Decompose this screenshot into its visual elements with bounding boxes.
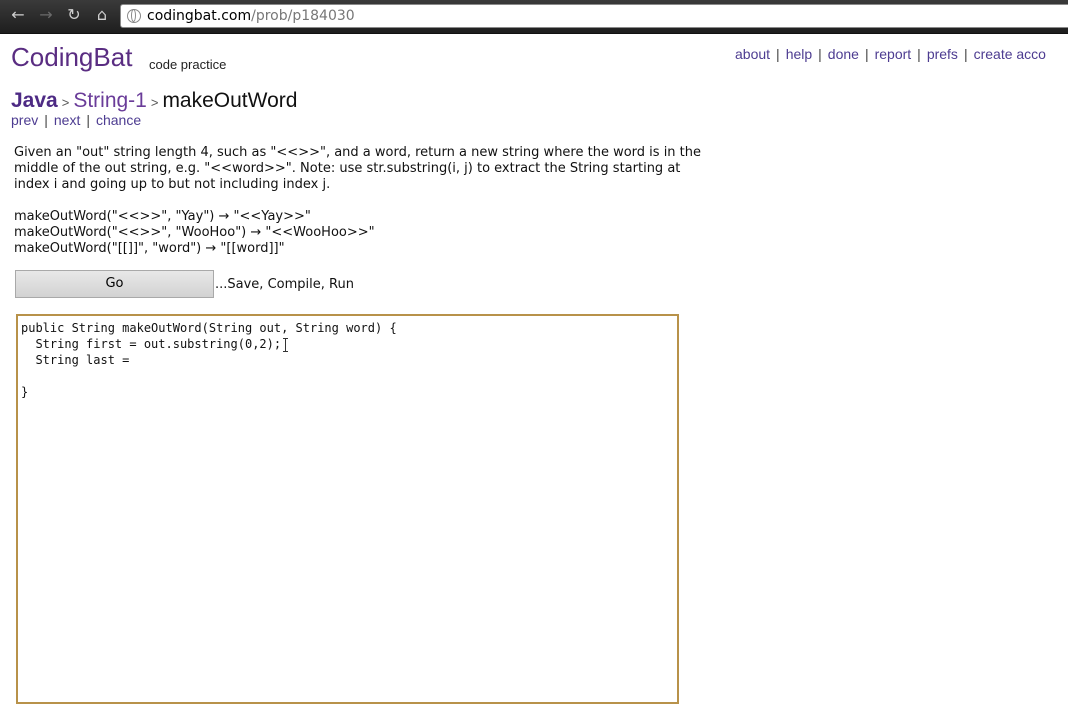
breadcrumb-arrow: >	[150, 95, 159, 110]
about-link[interactable]: about	[735, 46, 770, 62]
top-nav-links: about | help | done | report | prefs | create acco	[735, 46, 1046, 62]
help-link[interactable]: help	[786, 46, 812, 62]
address-bar[interactable]: codingbat.com/prob/p184030	[120, 4, 1068, 28]
link-separator: |	[776, 46, 780, 62]
prefs-link[interactable]: prefs	[927, 46, 958, 62]
link-separator: |	[963, 46, 968, 62]
example-line: makeOutWord("<<>>", "WooHoo") → "<<WooHo…	[14, 225, 375, 240]
breadcrumb-section-link[interactable]: String-1	[73, 89, 147, 112]
problem-title: makeOutWord	[162, 89, 298, 112]
text-cursor-icon	[283, 338, 289, 352]
url-host: codingbat.com	[147, 8, 252, 24]
browser-toolbar: ← → ↻ ⌂ codingbat.com/prob/p184030	[0, 0, 1068, 34]
url-path: /prob/p184030	[251, 8, 355, 24]
forward-arrow-icon[interactable]: →	[36, 5, 56, 25]
next-link[interactable]: next	[54, 112, 80, 128]
home-icon[interactable]: ⌂	[92, 5, 112, 25]
problem-nav: prev | next | chance	[11, 112, 141, 128]
code-editor[interactable]: public String makeOutWord(String out, St…	[16, 314, 679, 704]
breadcrumb-arrow: >	[61, 95, 70, 110]
go-button[interactable]: Go	[15, 270, 214, 298]
globe-icon	[127, 9, 141, 23]
chance-link[interactable]: chance	[96, 112, 141, 128]
back-arrow-icon[interactable]: ←	[8, 5, 28, 25]
reload-icon[interactable]: ↻	[64, 5, 84, 25]
link-separator: |	[818, 46, 822, 62]
nav-separator: |	[44, 112, 48, 128]
prev-link[interactable]: prev	[11, 112, 38, 128]
report-link[interactable]: report	[875, 46, 912, 62]
breadcrumb: Java > String-1 > makeOutWord	[11, 89, 297, 113]
create-account-link[interactable]: create acco	[974, 46, 1046, 62]
site-tagline: code practice	[149, 57, 227, 72]
done-link[interactable]: done	[828, 46, 859, 62]
breadcrumb-java-link[interactable]: Java	[11, 89, 58, 112]
address-url: codingbat.com/prob/p184030	[147, 8, 355, 24]
example-line: makeOutWord("<<>>", "Yay") → "<<Yay>>"	[14, 209, 311, 224]
problem-description: Given an "out" string length 4, such as …	[14, 145, 702, 192]
code-text[interactable]: public String makeOutWord(String out, St…	[21, 320, 397, 400]
example-line: makeOutWord("[[]]", "word") → "[[word]]"	[14, 241, 285, 256]
site-logo[interactable]: CodingBat	[11, 42, 132, 73]
go-hint-text: ...Save, Compile, Run	[215, 277, 354, 292]
nav-separator: |	[86, 112, 90, 128]
examples-list: makeOutWord("<<>>", "Yay") → "<<Yay>>" m…	[14, 209, 375, 257]
link-separator: |	[917, 46, 921, 62]
link-separator: |	[864, 46, 869, 62]
